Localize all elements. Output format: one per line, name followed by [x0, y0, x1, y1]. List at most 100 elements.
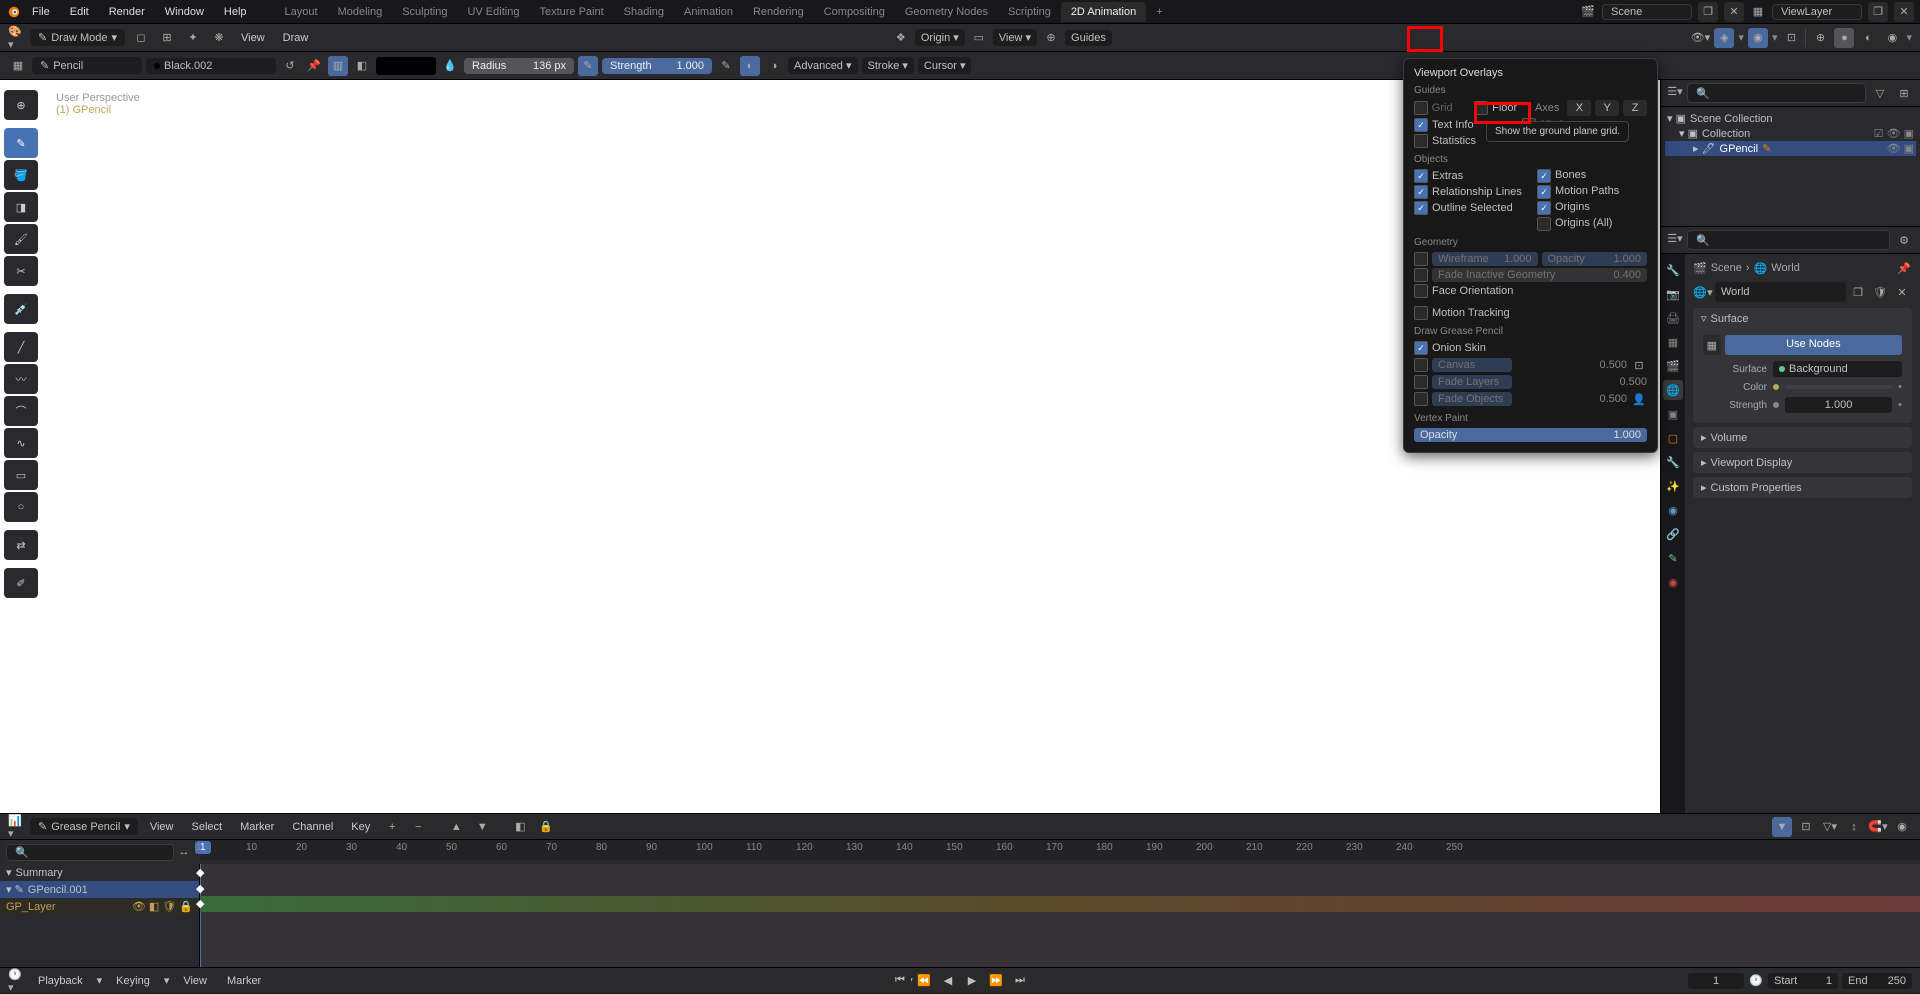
guides-selector[interactable]: Guides — [1065, 30, 1112, 46]
material-selector[interactable]: Black.002 — [146, 58, 276, 74]
range-icon[interactable]: 🕐 — [1748, 973, 1764, 989]
overlays-toggle-icon[interactable]: ◉ — [1748, 28, 1768, 48]
ds-marker[interactable]: Marker — [234, 821, 280, 833]
ws-shading[interactable]: Shading — [614, 2, 674, 22]
fadelayers-slider[interactable]: Fade Layers — [1432, 375, 1512, 389]
drawing-plane[interactable]: View ▾ — [993, 29, 1037, 46]
relationship-checkbox[interactable] — [1414, 185, 1428, 199]
wopacity-slider[interactable]: Opacity1.000 — [1542, 252, 1648, 266]
keyframe-icon[interactable]: ◆ — [196, 866, 204, 879]
jump-end-icon[interactable]: ⏭ — [1009, 971, 1031, 991]
color-dot-icon[interactable] — [1773, 384, 1779, 390]
stroke-popover[interactable]: Stroke ▾ — [862, 57, 914, 74]
motionpaths-checkbox[interactable] — [1537, 185, 1551, 199]
grid-checkbox[interactable] — [1414, 101, 1428, 115]
tab-data-icon[interactable]: ✎ — [1663, 548, 1683, 568]
viewlayer-del-icon[interactable]: ✕ — [1894, 2, 1914, 22]
surface-node-icon[interactable]: ▦ — [1703, 335, 1721, 355]
play-rev-icon[interactable]: ◀ — [937, 971, 959, 991]
ws-comp[interactable]: Compositing — [814, 2, 895, 22]
vopacity-slider[interactable]: Opacity1.000 — [1414, 428, 1647, 442]
colorlink-icon[interactable]: ◧ — [352, 56, 372, 76]
axis-y[interactable]: Y — [1595, 100, 1619, 116]
wstrength-value[interactable]: 1.000 — [1785, 397, 1892, 413]
tab-output-icon[interactable]: 🖨 — [1663, 308, 1683, 328]
scene-del-icon[interactable]: ✕ — [1724, 2, 1744, 22]
track-summary[interactable]: ▾ Summary — [0, 864, 199, 881]
ol-gp-toggles[interactable]: 👁 ▣ — [1887, 142, 1914, 155]
mode-btn-1-icon[interactable]: ◻ — [131, 28, 151, 48]
arc-tool-icon[interactable]: ⌒ — [4, 396, 38, 426]
track-toggles[interactable]: 👁 ◧ 🛡 🔒 — [132, 900, 193, 913]
ds-add-icon[interactable]: + — [382, 817, 402, 837]
fadeobjects-checkbox[interactable] — [1414, 392, 1428, 406]
ws-render[interactable]: Rendering — [743, 2, 814, 22]
props-editor-icon[interactable]: ☰▾ — [1667, 230, 1683, 246]
brush-preset-icon[interactable]: ▦ — [8, 56, 28, 76]
mode-btn-4-icon[interactable]: ❋ — [209, 28, 229, 48]
tab-effect-icon[interactable]: ✨ — [1663, 476, 1683, 496]
world-browse-icon[interactable]: 🌐▾ — [1693, 282, 1713, 302]
ws-2d[interactable]: 2D Animation — [1061, 2, 1146, 22]
ws-anim[interactable]: Animation — [674, 2, 743, 22]
pin-prop-icon[interactable]: 📌 — [1896, 260, 1912, 276]
viewport-view-menu[interactable]: View — [235, 32, 271, 44]
strength-dot-right-icon[interactable]: • — [1898, 399, 1902, 411]
props-search[interactable]: 🔍 — [1687, 230, 1890, 250]
tab-tool-icon[interactable]: 🔧 — [1663, 260, 1683, 280]
faceorient-checkbox[interactable] — [1414, 284, 1428, 298]
bc-world[interactable]: World — [1771, 262, 1800, 274]
gizmo-chevron-icon[interactable]: ▾ — [1738, 31, 1744, 44]
viewlayer-field[interactable]: ViewLayer — [1772, 4, 1862, 20]
current-frame-field[interactable]: 1 — [1688, 973, 1744, 989]
ol-collection[interactable]: ▾ ▣ Collection ☑ 👁 ▣ — [1665, 126, 1916, 141]
start-frame-field[interactable]: Start1 — [1768, 973, 1838, 989]
next-key-icon[interactable]: ⏩ — [985, 971, 1007, 991]
outliner-search[interactable]: 🔍 — [1687, 83, 1866, 103]
ds-lock-icon[interactable]: 🔒 — [536, 817, 556, 837]
outliner[interactable]: ▾ ▣ Scene Collection ▾ ▣ Collection ☑ 👁 … — [1661, 107, 1920, 227]
tab-object-icon[interactable]: ▢ — [1663, 428, 1683, 448]
keyframe-icon[interactable]: ◆ — [196, 897, 204, 910]
volume-panel-header[interactable]: ▸ Volume — [1693, 427, 1912, 448]
bones-checkbox[interactable] — [1537, 169, 1551, 183]
ds-showframe-icon[interactable]: ◧ — [510, 817, 530, 837]
tab-viewlayer-icon[interactable]: ▦ — [1663, 332, 1683, 352]
bc-scene[interactable]: Scene — [1711, 262, 1742, 274]
originsall-checkbox[interactable] — [1537, 217, 1551, 231]
shading-chevron-icon[interactable]: ▾ — [1906, 31, 1912, 44]
ds-selonly-icon[interactable]: ⊡ — [1796, 817, 1816, 837]
polyline-tool-icon[interactable]: 〰 — [4, 364, 38, 394]
origins-checkbox[interactable] — [1537, 201, 1551, 215]
ds-view[interactable]: View — [144, 821, 180, 833]
radius-pressure-icon[interactable]: ✎ — [578, 56, 598, 76]
ds-snap-icon[interactable]: 🧲▾ — [1868, 817, 1888, 837]
color-dot-right-icon[interactable]: • — [1898, 381, 1902, 393]
world-fake-icon[interactable]: 🛡 — [1870, 282, 1890, 302]
xray-icon[interactable]: ⊡ — [1781, 28, 1801, 48]
world-new-icon[interactable]: ❐ — [1848, 282, 1868, 302]
color-eye-icon[interactable]: 💧 — [440, 56, 460, 76]
ds-prop-icon[interactable]: ◉ — [1892, 817, 1912, 837]
ds-channel[interactable]: Channel — [286, 821, 339, 833]
pin-icon[interactable]: 📌 — [304, 56, 324, 76]
tab-material-icon[interactable]: ◉ — [1663, 572, 1683, 592]
color-value[interactable] — [1785, 385, 1892, 389]
tab-scene-icon[interactable]: 🎬 — [1663, 356, 1683, 376]
ws-sculpt[interactable]: Sculpting — [392, 2, 457, 22]
strength-invert-icon[interactable]: ◑ — [764, 56, 784, 76]
mode-selector[interactable]: ✎ Draw Mode ▾ — [30, 29, 125, 46]
dopesheet-mode[interactable]: ✎ Grease Pencil▾ — [30, 818, 138, 835]
tab-render-icon[interactable]: 📷 — [1663, 284, 1683, 304]
track-gp001[interactable]: ▾ ✎ GPencil.001 — [0, 881, 199, 898]
menu-edit[interactable]: Edit — [60, 6, 99, 18]
shading-render-icon[interactable]: ◉ — [1882, 28, 1902, 48]
mode-btn-2-icon[interactable]: ⊞ — [157, 28, 177, 48]
origin-selector[interactable]: Origin ▾ — [915, 29, 965, 46]
ws-add[interactable]: + — [1146, 2, 1172, 22]
menu-help[interactable]: Help — [214, 6, 257, 18]
canvas-xray-icon[interactable]: ⊡ — [1631, 357, 1647, 373]
ds-sub-icon[interactable]: − — [408, 817, 428, 837]
interp-tool-icon[interactable]: ⇄ — [4, 530, 38, 560]
box-tool-icon[interactable]: ▭ — [4, 460, 38, 490]
